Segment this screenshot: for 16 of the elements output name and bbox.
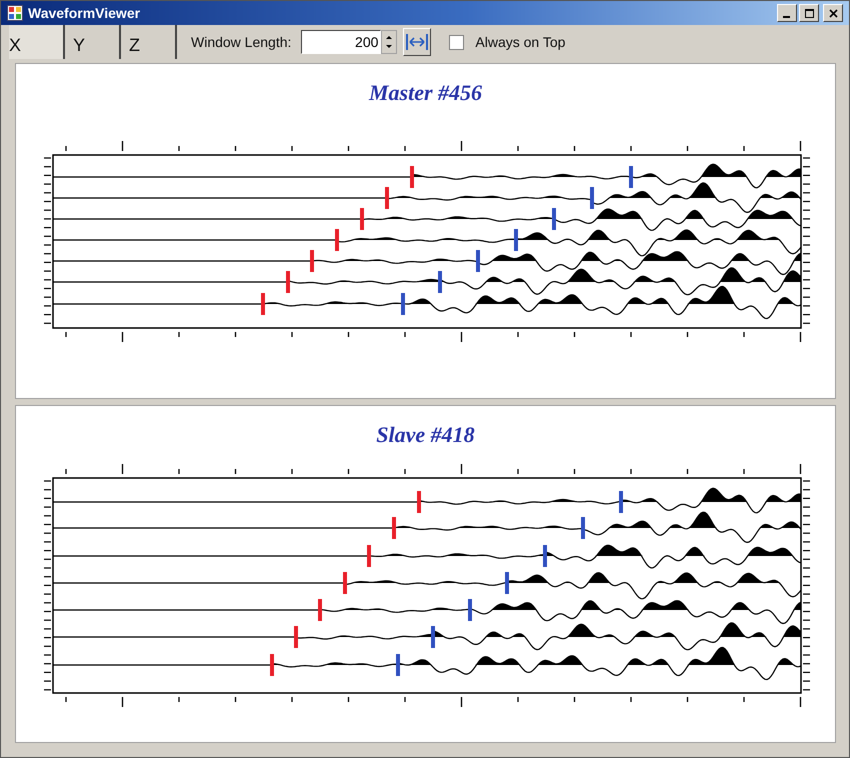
axis-tab[interactable]: X	[9, 25, 65, 59]
minimize-button[interactable]	[777, 4, 797, 22]
plot-title: Master #456	[368, 80, 482, 106]
maximize-button[interactable]	[799, 4, 819, 22]
window-length-field[interactable]: 200	[301, 30, 382, 54]
close-button[interactable]	[823, 4, 843, 22]
window-title: WaveformViewer	[28, 5, 142, 21]
always-on-top-checkbox[interactable]	[449, 34, 464, 50]
close-icon	[828, 9, 838, 18]
plot-title: Slave #418	[376, 422, 475, 448]
window-length-label: Window Length:	[191, 34, 292, 50]
horizontal-arrows-icon	[406, 33, 428, 51]
always-on-top-label: Always on Top	[475, 34, 566, 50]
app-icon	[7, 5, 23, 21]
maximize-icon	[804, 9, 814, 18]
fit-width-button[interactable]	[403, 28, 432, 56]
